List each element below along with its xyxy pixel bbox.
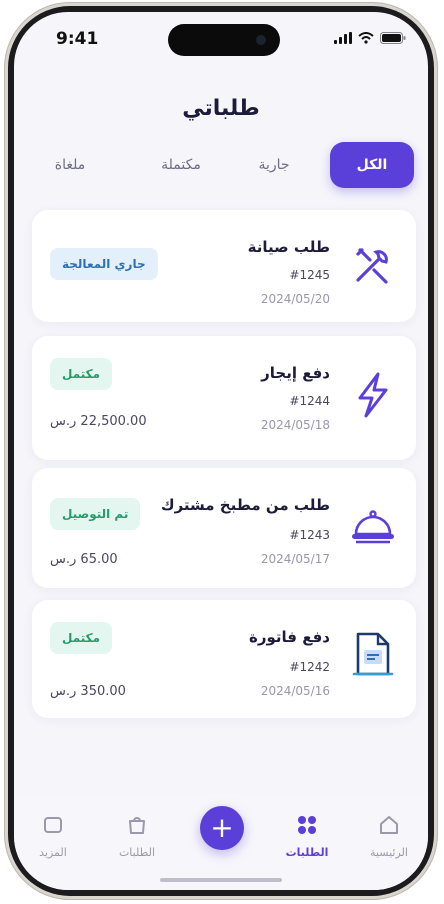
lightning-icon: [358, 372, 388, 418]
order-title: طلب من مطبخ مشترك: [160, 496, 330, 514]
order-number: #1245: [289, 268, 330, 282]
order-date: 2024/05/17: [260, 552, 330, 566]
camera-icon: [256, 35, 266, 45]
order-date: 2024/05/18: [260, 418, 330, 432]
status-badge: تم التوصيل: [50, 498, 141, 530]
order-date: 2024/05/20: [260, 292, 330, 306]
bottom-nav: الرئيسية الطلبات + الطلبات المزيد: [14, 794, 428, 890]
order-amount: 65.00 ر.س: [50, 552, 118, 567]
status-time: 9:41: [56, 29, 99, 49]
order-number: #1243: [289, 528, 330, 542]
order-card[interactable]: طلب صيانة #1245 2024/05/20 جاري المعالجة: [32, 210, 416, 322]
nav-label: المزيد: [39, 846, 67, 859]
dynamic-island: [168, 24, 280, 56]
nav-label: الرئيسية: [370, 846, 408, 859]
order-date: 2024/05/16: [260, 684, 330, 698]
order-card[interactable]: دفع إيجار #1244 2024/05/18 مكتمل 22,500.…: [32, 336, 416, 460]
battery-icon: [380, 32, 406, 44]
order-amount: 350.00 ر.س: [50, 684, 126, 699]
nav-home[interactable]: الرئيسية: [354, 814, 424, 859]
status-bar: 9:41: [14, 12, 428, 66]
add-button[interactable]: +: [200, 806, 244, 850]
invoice-icon: [352, 632, 394, 676]
app-screen: 9:41 طلباتي الكل جارية مكتملة ملغاة طلب …: [14, 12, 428, 890]
order-title: دفع فاتورة: [249, 628, 330, 646]
nav-label: الطلبات: [285, 846, 329, 859]
nav-more[interactable]: المزيد: [18, 814, 88, 859]
filter-tabs: الكل جارية مكتملة ملغاة: [30, 142, 414, 188]
signal-icon: [334, 32, 352, 44]
status-icons: [334, 32, 406, 44]
tab-ongoing[interactable]: جارية: [244, 142, 304, 188]
order-title: طلب صيانة: [247, 238, 330, 256]
tab-completed[interactable]: مكتملة: [144, 142, 218, 188]
nav-label: الطلبات: [118, 846, 156, 859]
status-badge: جاري المعالجة: [50, 248, 158, 280]
order-amount: 22,500.00 ر.س: [50, 414, 147, 429]
order-number: #1244: [289, 394, 330, 408]
status-badge: مكتمل: [50, 622, 113, 654]
food-cloche-icon: [352, 510, 394, 544]
bag-icon: [129, 817, 145, 834]
tab-cancelled[interactable]: ملغاة: [40, 142, 100, 188]
nav-requests[interactable]: الطلبات: [102, 814, 172, 859]
home-icon: [380, 816, 398, 834]
wifi-icon: [358, 32, 374, 44]
home-indicator: [160, 878, 282, 882]
order-title: دفع إيجار: [261, 364, 330, 382]
order-number: #1242: [289, 660, 330, 674]
tab-all[interactable]: الكل: [330, 142, 414, 188]
tools-icon: [356, 248, 388, 284]
status-badge: مكتمل: [50, 358, 113, 390]
more-icon: [44, 817, 62, 833]
grid-icon: [298, 816, 316, 834]
order-card[interactable]: دفع فاتورة #1242 2024/05/16 مكتمل 350.00…: [32, 600, 416, 718]
page-title: طلباتي: [182, 96, 260, 121]
nav-orders[interactable]: الطلبات: [272, 814, 342, 859]
order-card[interactable]: طلب من مطبخ مشترك #1243 2024/05/17 تم ال…: [32, 468, 416, 588]
